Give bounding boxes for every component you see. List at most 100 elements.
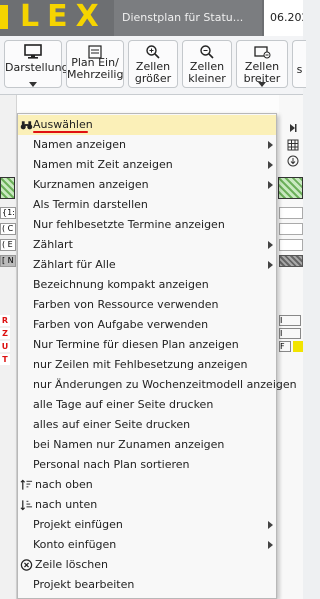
menu-item-label: Namen mit Zeit anzeigen (33, 158, 173, 171)
submenu-arrow-icon (268, 241, 273, 249)
hatched-cell-left (0, 177, 15, 199)
menu-item-alles-drucken[interactable]: alles auf einer Seite drucken (18, 415, 276, 435)
row-label: [ N (0, 255, 16, 267)
delete-circle-icon (20, 559, 33, 571)
menu-item-zaehlart[interactable]: Zählart (18, 235, 276, 255)
zellen-kleiner-button[interactable]: Zellen kleiner (182, 40, 232, 88)
menu-item-label: Farben von Ressource verwenden (33, 298, 219, 311)
menu-item-fehlbesetzte-termine[interactable]: Nur fehlbesetzte Termine anzeigen (18, 215, 276, 235)
menu-item-auswaehlen[interactable]: Auswählen (18, 115, 276, 135)
download-circle-icon[interactable] (287, 155, 299, 167)
menu-item-zaehlart-alle[interactable]: Zählart für Alle (18, 255, 276, 275)
context-menu: Auswählen Namen anzeigen Namen mit Zeit … (17, 113, 297, 599)
darstellung-label: Darstellung (5, 61, 69, 74)
menu-item-label: Konto einfügen (33, 538, 117, 551)
submenu-arrow-icon (268, 181, 273, 189)
binoculars-icon (20, 121, 33, 130)
menu-item-aenderungen-wochenzeitmodell[interactable]: nur Änderungen zu Wochenzeitmodell anzei… (18, 375, 297, 395)
dropdown-arrow-icon (29, 82, 37, 87)
menu-item-label: Zeile löschen (35, 558, 108, 571)
menu-item-label: nach oben (35, 478, 93, 491)
side-letter: I (279, 315, 301, 326)
menu-item-farben-aufgabe[interactable]: Farben von Aufgabe verwenden (18, 315, 276, 335)
app-logo: LEX (0, 0, 112, 36)
menu-item-bezeichnung-kompakt[interactable]: Bezeichnung kompakt anzeigen (18, 275, 276, 295)
sort-up-icon (20, 479, 33, 490)
menu-item-kurznamen[interactable]: Kurznamen anzeigen (18, 175, 276, 195)
zellen-breiter-button[interactable]: Zellen breiter (236, 40, 288, 88)
menu-item-projekt-einfuegen[interactable]: Projekt einfügen (18, 515, 276, 535)
zoom-out-icon (200, 45, 214, 59)
dropdown-arrow-icon (258, 82, 266, 87)
menu-item-label: Projekt einfügen (33, 518, 123, 531)
logo-mark (0, 5, 8, 29)
row-label: {1: (0, 207, 16, 219)
menu-item-nach-unten[interactable]: nach unten (18, 495, 276, 515)
submenu-arrow-icon (268, 521, 273, 529)
hatched-cell-right (278, 177, 303, 199)
menu-item-nach-oben[interactable]: nach oben (18, 475, 276, 495)
row-label: ( E (0, 239, 16, 251)
logo-text: LEX (20, 0, 107, 34)
right-cell (279, 223, 303, 235)
red-cell: R (0, 315, 10, 326)
menu-item-als-termin[interactable]: Als Termin darstellen (18, 195, 276, 215)
menu-item-label: Farben von Aufgabe verwenden (33, 318, 209, 331)
menu-item-zeile-loeschen[interactable]: Zeile löschen (18, 555, 276, 575)
menu-item-label: Bezeichnung kompakt anzeigen (33, 278, 209, 291)
menu-item-label: Als Termin darstellen (33, 198, 148, 211)
row-label: ( C (0, 223, 16, 235)
plan-label: Plan Ein/ Mehrzeilig (67, 56, 124, 81)
tab-date[interactable]: 06.202 (264, 0, 303, 36)
menu-item-zeilen-fehlbesetzung[interactable]: nur Zeilen mit Fehlbesetzung anzeigen (18, 355, 276, 375)
right-cell-dark (279, 255, 303, 267)
red-cell: Z (0, 328, 10, 339)
submenu-arrow-icon (268, 261, 273, 269)
menu-item-namen-mit-zeit[interactable]: Namen mit Zeit anzeigen (18, 155, 276, 175)
submenu-arrow-icon (268, 541, 273, 549)
yellow-cell (293, 341, 303, 352)
tab-dienstplan[interactable]: Dienstplan für Statu... (114, 0, 262, 36)
menu-item-alle-tage-drucken[interactable]: alle Tage auf einer Seite drucken (18, 395, 276, 415)
menu-item-label: Zählart für Alle (33, 258, 116, 271)
menu-item-label: bei Namen nur Zunamen anzeigen (33, 438, 225, 451)
menu-item-label: nach unten (35, 498, 98, 511)
menu-item-konto-einfuegen[interactable]: Konto einfügen (18, 535, 276, 555)
menu-item-namen-anzeigen[interactable]: Namen anzeigen (18, 135, 276, 155)
title-bar: LEX Dienstplan für Statu... 06.202 (0, 0, 303, 36)
calendar-grid-icon[interactable] (287, 139, 299, 151)
menu-item-label: alles auf einer Seite drucken (33, 418, 191, 431)
menu-item-label: Personal nach Plan sortieren (33, 458, 190, 471)
menu-item-personal-sortieren[interactable]: Personal nach Plan sortieren (18, 455, 276, 475)
red-cell: T (0, 354, 10, 365)
next-page-icon[interactable] (288, 123, 298, 133)
menu-item-nur-termine-plan[interactable]: Nur Termine für diesen Plan anzeigen (18, 335, 276, 355)
menu-item-label: alle Tage auf einer Seite drucken (33, 398, 214, 411)
darstellung-button[interactable]: Darstellung (4, 40, 69, 88)
toolbar: Darstellung Plan Ein/ Mehrzeilig Zellen … (0, 36, 306, 95)
menu-item-nur-zunamen[interactable]: bei Namen nur Zunamen anzeigen (18, 435, 276, 455)
zoom-in-icon (146, 45, 160, 59)
menu-item-farben-ressource[interactable]: Farben von Ressource verwenden (18, 295, 276, 315)
side-letter: I (279, 328, 301, 339)
menu-item-label: Nur Termine für diesen Plan anzeigen (33, 338, 239, 351)
right-cell (279, 239, 303, 251)
menu-item-label: nur Zeilen mit Fehlbesetzung anzeigen (33, 358, 248, 371)
menu-item-label: Nur fehlbesetzte Termine anzeigen (33, 218, 225, 231)
overflow-button[interactable]: s (292, 40, 306, 88)
submenu-arrow-icon (268, 141, 273, 149)
zellen-groesser-label: Zellen größer (134, 60, 172, 85)
menu-item-label: nur Änderungen zu Wochenzeitmodell anzei… (33, 378, 297, 391)
right-cell (279, 207, 303, 219)
menu-item-label: Kurznamen anzeigen (33, 178, 149, 191)
red-cell: U (0, 341, 10, 352)
zellen-kleiner-label: Zellen kleiner (188, 60, 226, 85)
menu-item-projekt-bearbeiten[interactable]: Projekt bearbeiten (18, 575, 276, 595)
sort-down-icon (20, 500, 33, 511)
menu-item-label: Zählart (33, 238, 73, 251)
plan-ein-mehrzeilig-button[interactable]: Plan Ein/ Mehrzeilig (66, 40, 124, 88)
submenu-arrow-icon (268, 161, 273, 169)
zellen-groesser-button[interactable]: Zellen größer (128, 40, 178, 88)
red-annotation-underline (33, 131, 88, 133)
widen-cells-icon (254, 46, 271, 59)
